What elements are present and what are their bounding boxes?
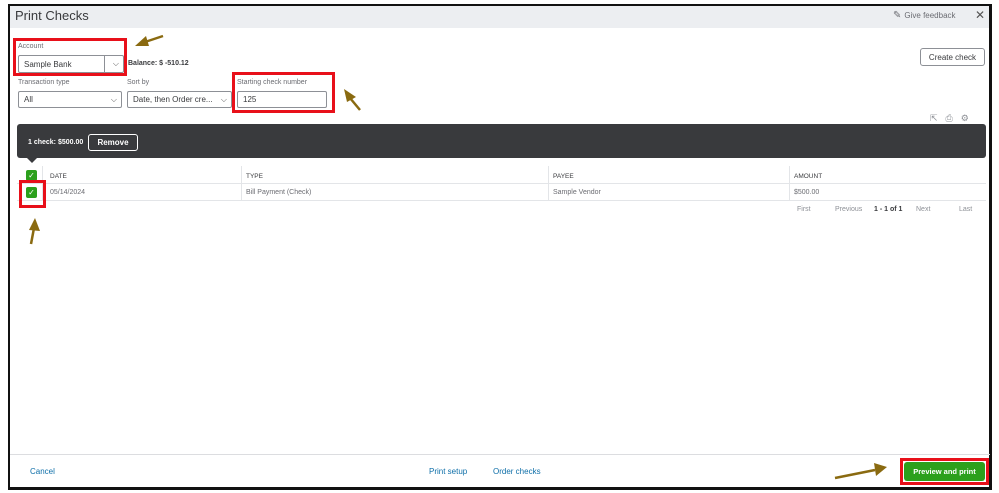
annotation-arrows — [29, 34, 887, 480]
